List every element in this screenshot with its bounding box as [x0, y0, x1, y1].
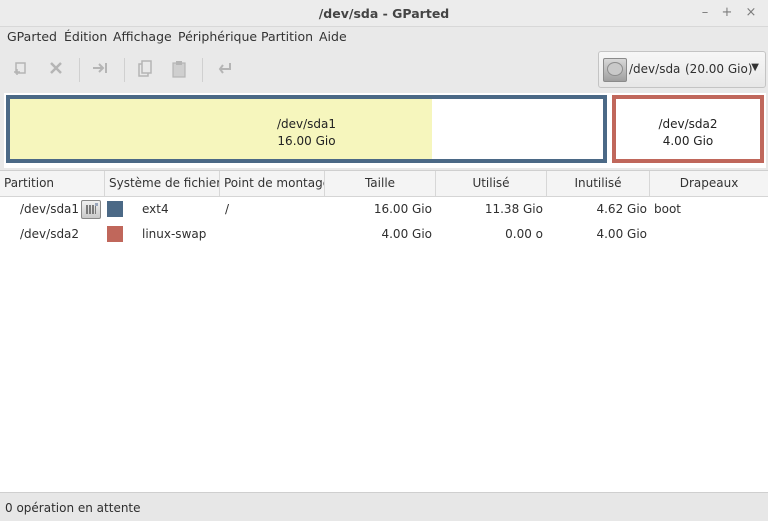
toolbar-separator	[202, 58, 203, 82]
menu-edition[interactable]: Édition	[64, 29, 107, 44]
menu-peripherique[interactable]: Périphérique	[178, 29, 257, 44]
disk-map: /dev/sda1 16.00 Gio /dev/sda2 4.00 Gio	[4, 93, 766, 168]
menu-bar: GParted Édition Affichage Périphérique P…	[0, 27, 768, 47]
paste-icon[interactable]	[169, 60, 189, 80]
mountpoint-cell: /	[225, 202, 230, 216]
new-partition-icon[interactable]	[11, 60, 31, 80]
table-row[interactable]: /dev/sda2 linux-swap 4.00 Gio 0.00 o 4.0…	[0, 222, 768, 247]
mounted-lock-icon	[81, 200, 101, 219]
column-filesystem[interactable]: Système de fichiers	[105, 171, 220, 196]
toolbar-separator	[124, 58, 125, 82]
delete-icon[interactable]	[46, 60, 66, 80]
filesystem-cell: linux-swap	[142, 227, 207, 241]
title-bar: /dev/sda - GParted – + ×	[0, 0, 768, 27]
hard-disk-icon	[603, 58, 627, 82]
undo-icon[interactable]	[215, 60, 235, 80]
size-cell: 4.00 Gio	[381, 227, 432, 241]
flags-cell: boot	[654, 202, 682, 216]
minimize-button[interactable]: –	[696, 4, 714, 22]
column-mountpoint[interactable]: Point de montage	[220, 171, 325, 196]
partition-name: /dev/sda2	[658, 117, 718, 131]
column-partition[interactable]: Partition	[0, 171, 105, 196]
unused-cell: 4.00 Gio	[596, 227, 647, 241]
used-cell: 0.00 o	[505, 227, 543, 241]
table-row[interactable]: /dev/sda1 ext4 / 16.00 Gio 11.38 Gio 4.6…	[0, 197, 768, 222]
device-size: (20.00 Gio)	[685, 62, 753, 76]
pending-operations-status: 0 opération en attente	[5, 501, 141, 515]
window-title: /dev/sda - GParted	[318, 6, 450, 21]
filesystem-color-swatch	[107, 226, 123, 242]
resize-move-icon[interactable]	[90, 60, 110, 80]
partition-cell: /dev/sda2	[20, 227, 80, 241]
partition-table: Partition Système de fichiers Point de m…	[0, 170, 768, 493]
partition-block-sda2[interactable]: /dev/sda2 4.00 Gio	[612, 95, 764, 163]
size-cell: 16.00 Gio	[373, 202, 432, 216]
partition-block-sda1[interactable]: /dev/sda1 16.00 Gio	[6, 95, 607, 163]
used-cell: 11.38 Gio	[484, 202, 543, 216]
table-header: Partition Système de fichiers Point de m…	[0, 171, 768, 197]
toolbar-separator	[79, 58, 80, 82]
partition-cell: /dev/sda1	[20, 202, 80, 216]
partition-size: 4.00 Gio	[662, 134, 714, 148]
column-unused[interactable]: Inutilisé	[547, 171, 650, 196]
column-flags[interactable]: Drapeaux	[650, 171, 768, 196]
unused-cell: 4.62 Gio	[596, 202, 647, 216]
filesystem-cell: ext4	[142, 202, 169, 216]
close-button[interactable]: ×	[742, 4, 760, 22]
maximize-button[interactable]: +	[718, 4, 736, 22]
copy-icon[interactable]	[135, 60, 155, 80]
filesystem-color-swatch	[107, 201, 123, 217]
device-name: /dev/sda	[629, 62, 681, 76]
partition-size: 16.00 Gio	[277, 134, 336, 148]
menu-partition[interactable]: Partition	[261, 29, 313, 44]
device-selector[interactable]: /dev/sda (20.00 Gio) ▼	[598, 51, 766, 88]
column-used[interactable]: Utilisé	[436, 171, 547, 196]
chevron-down-icon: ▼	[751, 62, 759, 73]
menu-affichage[interactable]: Affichage	[113, 29, 172, 44]
menu-gparted[interactable]: GParted	[7, 29, 57, 44]
column-size[interactable]: Taille	[325, 171, 436, 196]
menu-aide[interactable]: Aide	[319, 29, 347, 44]
partition-name: /dev/sda1	[276, 117, 337, 131]
status-bar: 0 opération en attente	[0, 492, 768, 521]
